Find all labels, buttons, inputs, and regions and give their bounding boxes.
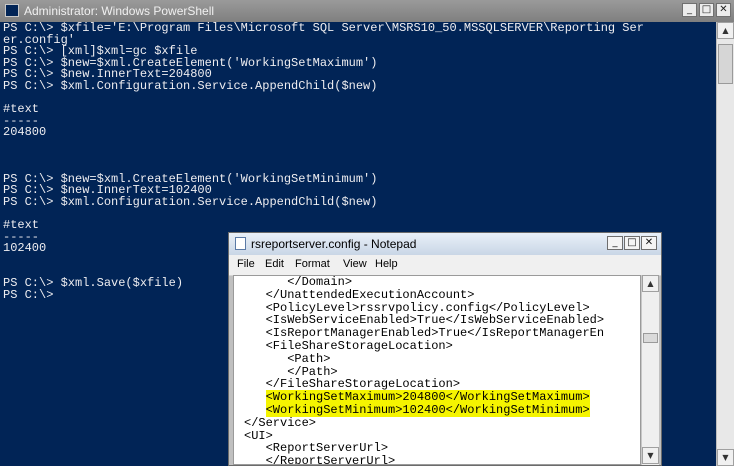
close-button[interactable]: ✕ xyxy=(716,3,731,17)
menu-view[interactable]: View xyxy=(343,258,367,270)
config-line: </UnattendedExecutionAccount> xyxy=(244,287,475,302)
notepad-text-area[interactable]: </Domain> </UnattendedExecutionAccount> … xyxy=(233,275,641,465)
menu-edit[interactable]: Edit xyxy=(265,258,284,270)
notepad-scroll-up-button[interactable]: ▲ xyxy=(642,275,659,292)
notepad-icon xyxy=(235,237,246,250)
menu-format[interactable]: Format xyxy=(295,258,330,270)
maximize-button[interactable]: □ xyxy=(699,3,714,17)
config-line: </Domain> xyxy=(244,275,353,289)
notepad-titlebar[interactable]: rsreportserver.config - Notepad _ □ ✕ xyxy=(229,233,661,255)
console-line: #text xyxy=(3,218,40,233)
console-line: ----- xyxy=(3,113,40,128)
notepad-title: rsreportserver.config - Notepad xyxy=(251,237,417,251)
notepad-scroll-down-button[interactable]: ▼ xyxy=(642,447,659,464)
powershell-titlebar[interactable]: Administrator: Windows PowerShell _ □ ✕ xyxy=(0,0,734,22)
notepad-close-button[interactable]: ✕ xyxy=(641,236,657,250)
notepad-menubar: File Edit Format View Help xyxy=(229,255,661,276)
config-line: <Path> xyxy=(244,351,331,366)
menu-help[interactable]: Help xyxy=(375,258,398,270)
scroll-down-button[interactable]: ▼ xyxy=(717,449,734,466)
console-line: PS C:\> $xfile='E:\Program Files\Microso… xyxy=(3,22,644,35)
menu-file[interactable]: File xyxy=(237,258,255,270)
console-line: 204800 xyxy=(3,125,47,140)
console-scrollbar[interactable]: ▲ ▼ xyxy=(716,22,734,466)
highlighted-config-line: <WorkingSetMinimum>102400</WorkingSetMin… xyxy=(265,402,590,417)
powershell-title: Administrator: Windows PowerShell xyxy=(24,4,215,18)
notepad-minimize-button[interactable]: _ xyxy=(607,236,623,250)
notepad-content: </Domain> </UnattendedExecutionAccount> … xyxy=(234,275,640,465)
scroll-up-button[interactable]: ▲ xyxy=(717,22,734,39)
console-line: #text xyxy=(3,102,40,117)
notepad-scroll-thumb[interactable] xyxy=(643,333,658,343)
notepad-scrollbar[interactable]: ▲ ▼ xyxy=(641,275,659,465)
config-line: </Service> xyxy=(244,415,317,430)
minimize-button[interactable]: _ xyxy=(682,3,697,17)
scroll-thumb[interactable] xyxy=(718,44,733,84)
notepad-window: rsreportserver.config - Notepad _ □ ✕ Fi… xyxy=(228,232,662,466)
config-line: <FileShareStorageLocation> xyxy=(244,338,453,353)
config-line: </ReportServerUrl> xyxy=(244,454,396,465)
console-line: PS C:\> $xml.Configuration.Service.Appen… xyxy=(3,78,378,93)
powershell-icon xyxy=(5,4,19,17)
notepad-maximize-button[interactable]: □ xyxy=(624,236,640,250)
console-line: PS C:\> $xml.Configuration.Service.Appen… xyxy=(3,194,378,209)
